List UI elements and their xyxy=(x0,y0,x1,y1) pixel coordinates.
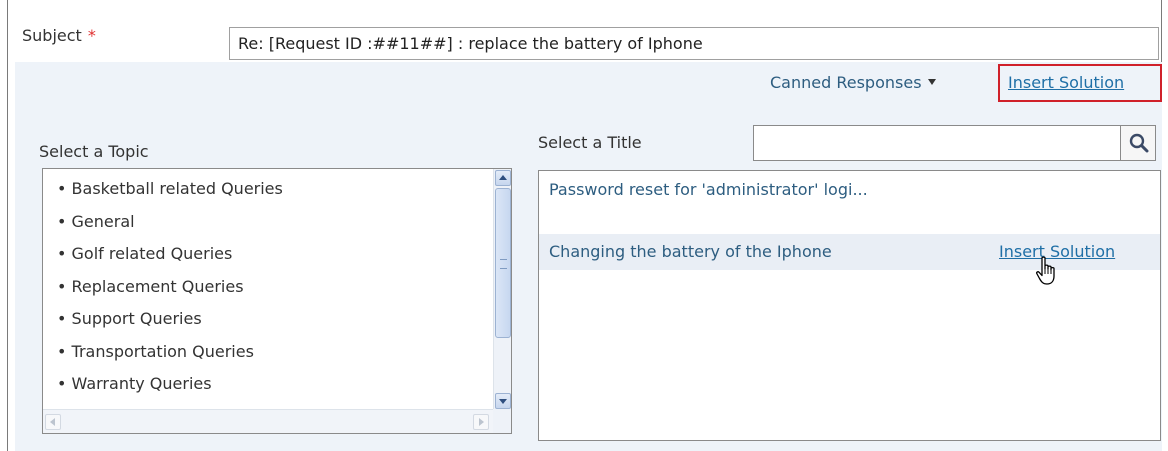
title-item-hovered[interactable]: Changing the battery of the Iphone Inser… xyxy=(539,234,1160,285)
scroll-right-arrow-icon[interactable] xyxy=(473,414,489,430)
topic-item[interactable]: Warranty Queries xyxy=(57,368,511,401)
topic-horizontal-scrollbar[interactable] xyxy=(43,409,511,433)
hand-pointer-icon xyxy=(1036,256,1055,285)
caret-down-icon xyxy=(927,79,936,85)
subject-label: Subject * xyxy=(22,26,96,45)
required-marker: * xyxy=(87,26,96,45)
select-title-label: Select a Title xyxy=(538,133,642,152)
reply-form: Subject * Re: [Request ID :##11##] : repl… xyxy=(7,0,1162,451)
insert-solution-link[interactable]: Insert Solution xyxy=(998,64,1162,102)
topic-item[interactable]: Support Queries xyxy=(57,303,511,336)
title-item-text[interactable]: Changing the battery of the Iphone xyxy=(549,242,832,261)
title-list: Password reset for 'administrator' logi.… xyxy=(538,170,1161,441)
subject-row: Subject * Re: [Request ID :##11##] : repl… xyxy=(8,0,1161,62)
subject-input[interactable]: Re: [Request ID :##11##] : replace the b… xyxy=(229,27,1159,60)
scroll-left-arrow-icon[interactable] xyxy=(45,414,61,430)
topic-item[interactable]: Basketball related Queries xyxy=(57,173,511,206)
subject-label-text: Subject xyxy=(22,26,82,45)
title-search-input[interactable] xyxy=(753,125,1123,161)
scroll-corner xyxy=(493,409,511,433)
scroll-thumb[interactable] xyxy=(495,188,511,338)
topic-item[interactable]: Replacement Queries xyxy=(57,271,511,304)
scroll-down-arrow-icon[interactable] xyxy=(495,393,511,409)
topic-item[interactable]: Golf related Queries xyxy=(57,238,511,271)
topic-list[interactable]: Basketball related Queries General Golf … xyxy=(42,168,512,434)
topic-item[interactable]: General xyxy=(57,206,511,239)
canned-responses-label: Canned Responses xyxy=(770,73,922,92)
scroll-up-arrow-icon[interactable] xyxy=(495,170,511,186)
canned-responses-dropdown[interactable]: Canned Responses xyxy=(770,73,936,92)
topic-item[interactable]: Transportation Queries xyxy=(57,336,511,369)
search-icon xyxy=(1129,133,1149,153)
title-item[interactable]: Password reset for 'administrator' logi.… xyxy=(549,178,909,202)
select-topic-label: Select a Topic xyxy=(39,142,149,161)
solution-panel: Canned Responses Insert Solution Select … xyxy=(15,62,1162,451)
search-button[interactable] xyxy=(1120,125,1156,161)
topic-vertical-scrollbar[interactable] xyxy=(493,169,511,410)
